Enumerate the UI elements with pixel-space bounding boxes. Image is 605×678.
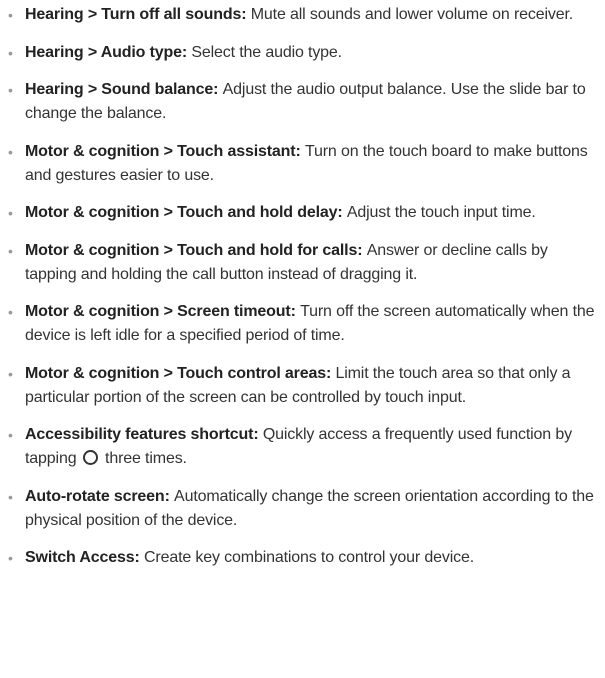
item-separator: : (134, 549, 144, 566)
item-term: Motor & cognition > Touch control areas (25, 364, 326, 382)
item-term: Hearing > Audio type (25, 43, 182, 61)
bullet-icon: • (8, 304, 13, 320)
bullet-icon: • (8, 7, 13, 23)
item-separator: : (164, 487, 175, 505)
list-item: • Motor & cognition > Touch and hold for … (8, 239, 598, 287)
list-item: • Motor & cognition > Touch assistant: Tu… (8, 140, 598, 188)
item-term: Motor & cognition > Screen timeout (25, 303, 291, 320)
bullet-icon: • (8, 44, 13, 61)
bullet-icon: • (8, 365, 13, 382)
list-item: • Hearing > Turn off all sounds: Mute all… (8, 3, 598, 27)
bullet-icon: • (8, 82, 13, 98)
list-item: • Hearing > Audio type: Select the audio … (8, 41, 598, 65)
item-separator: : (295, 142, 305, 160)
item-separator: : (253, 426, 263, 443)
bullet-icon: • (8, 205, 13, 221)
item-term: Auto-rotate screen (25, 487, 165, 505)
bullet-icon: • (8, 550, 13, 566)
list-item: • Motor & cognition > Screen timeout: Tur… (8, 300, 598, 348)
item-description: Mute all sounds and lower volume on rece… (250, 6, 574, 23)
item-separator: : (290, 303, 301, 320)
home-button-icon (82, 450, 98, 465)
bullet-icon: • (8, 488, 13, 505)
item-term: Hearing > Sound balance (25, 81, 214, 98)
list-item: • Hearing > Sound balance: Adjust the aud… (8, 78, 598, 126)
bullet-icon: • (8, 427, 13, 443)
item-term: Motor & cognition > Touch and hold for c… (25, 241, 358, 259)
list-item: • Switch Access: Create key combinations … (8, 546, 598, 570)
bullet-icon: • (8, 143, 13, 160)
item-term: Accessibility features shortcut (25, 426, 254, 443)
accessibility-settings-list: • Hearing > Turn off all sounds: Mute all… (8, 3, 598, 584)
list-item: • Accessibility features shortcut: Quickl… (8, 423, 598, 471)
item-description: Select the audio type. (191, 43, 342, 61)
list-item: • Motor & cognition > Touch and hold dela… (8, 201, 598, 225)
item-separator: : (241, 6, 251, 23)
item-separator: : (337, 204, 347, 221)
item-separator: : (357, 241, 367, 259)
item-term: Switch Access (25, 549, 135, 566)
manual-page: • Hearing > Turn off all sounds: Mute all… (0, 0, 605, 678)
bullet-icon: • (8, 242, 13, 259)
item-separator: : (213, 81, 223, 98)
item-term: Motor & cognition > Touch assistant (25, 142, 296, 160)
item-term: Hearing > Turn off all sounds (25, 6, 242, 23)
item-term: Motor & cognition > Touch and hold delay (25, 204, 338, 221)
item-description: Adjust the touch input time. (346, 204, 536, 221)
list-item: • Auto-rotate screen: Automatically chang… (8, 485, 598, 533)
item-description-end: three times. (105, 450, 187, 467)
list-item: • Motor & cognition > Touch control areas… (8, 362, 598, 410)
item-description: Create key combinations to control your … (144, 549, 475, 566)
item-separator: : (181, 43, 192, 61)
